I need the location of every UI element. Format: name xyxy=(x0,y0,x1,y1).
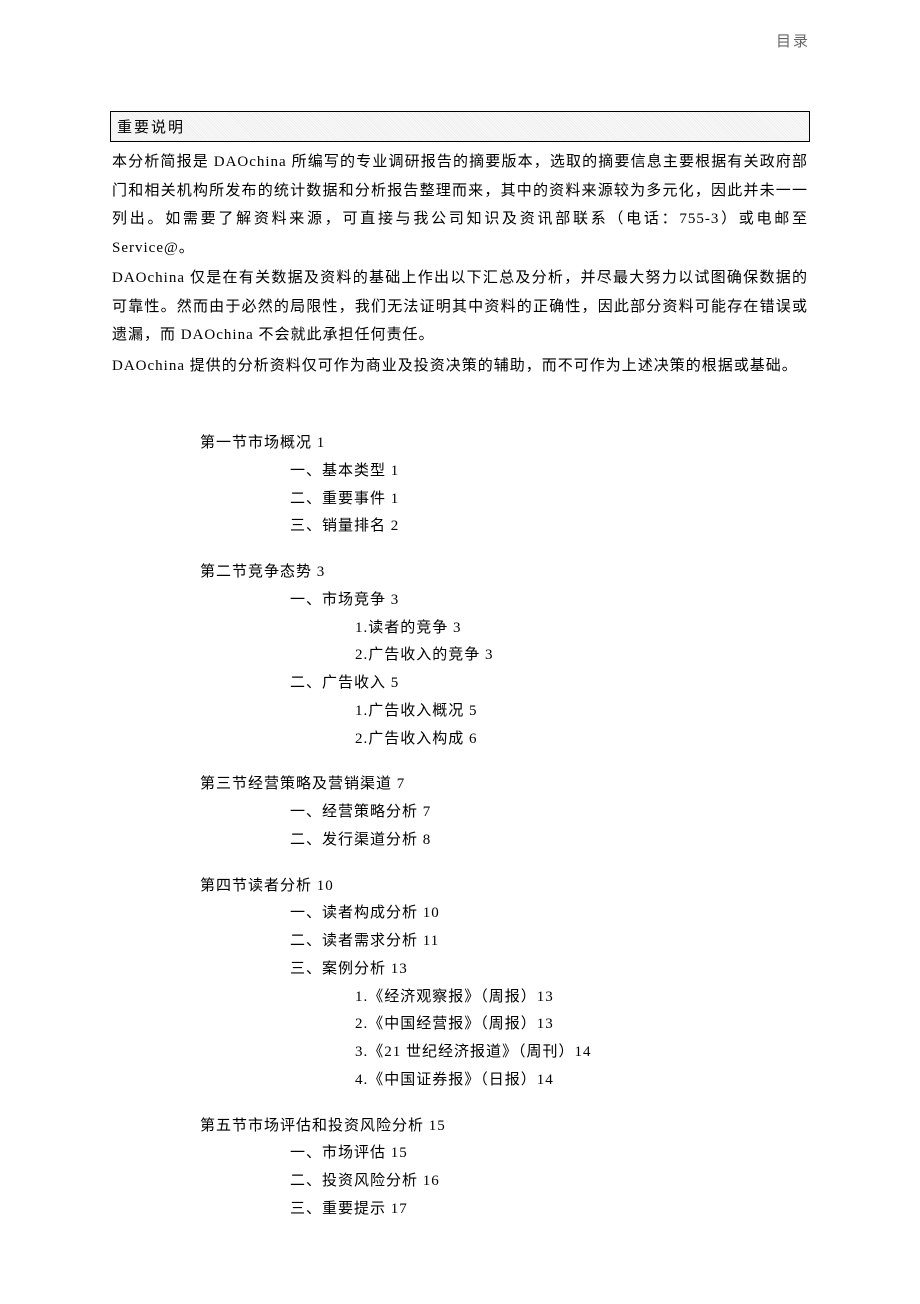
toc-section-title: 第四节读者分析 10 xyxy=(200,873,810,901)
document-page: 目录 重要说明 本分析简报是 DAOchina 所编写的专业调研报告的摘要版本，… xyxy=(0,0,920,1304)
notice-paragraph: DAOchina 仅是在有关数据及资料的基础上作出以下汇总及分析，并尽最大努力以… xyxy=(112,264,808,350)
toc-section-title: 第三节经营策略及营销渠道 7 xyxy=(200,771,810,799)
notice-title: 重要说明 xyxy=(117,120,185,136)
toc-subitem: 2.广告收入的竞争 3 xyxy=(355,642,810,670)
toc-item: 三、销量排名 2 xyxy=(290,513,810,541)
toc-item: 一、读者构成分析 10 xyxy=(290,900,810,928)
toc-section-title: 第五节市场评估和投资风险分析 15 xyxy=(200,1113,810,1141)
table-of-contents: 第一节市场概况 1 一、基本类型 1 二、重要事件 1 三、销量排名 2 第二节… xyxy=(110,430,810,1224)
toc-subitem: 1.广告收入概况 5 xyxy=(355,698,810,726)
toc-item: 二、投资风险分析 16 xyxy=(290,1168,810,1196)
toc-item: 三、重要提示 17 xyxy=(290,1196,810,1224)
toc-item: 一、市场竞争 3 xyxy=(290,587,810,615)
toc-subitem: 2.广告收入构成 6 xyxy=(355,726,810,754)
header-label: 目录 xyxy=(110,30,810,51)
toc-item: 一、基本类型 1 xyxy=(290,458,810,486)
toc-section-title: 第二节竞争态势 3 xyxy=(200,559,810,587)
toc-item: 二、重要事件 1 xyxy=(290,486,810,514)
toc-item: 一、市场评估 15 xyxy=(290,1140,810,1168)
notice-body: 本分析简报是 DAOchina 所编写的专业调研报告的摘要版本，选取的摘要信息主… xyxy=(110,142,810,380)
toc-subitem: 3.《21 世纪经济报道》（周刊）14 xyxy=(355,1039,810,1067)
toc-item: 一、经营策略分析 7 xyxy=(290,799,810,827)
toc-subitem: 1.读者的竞争 3 xyxy=(355,615,810,643)
toc-section-title: 第一节市场概况 1 xyxy=(200,430,810,458)
toc-item: 二、广告收入 5 xyxy=(290,670,810,698)
toc-item: 二、读者需求分析 11 xyxy=(290,928,810,956)
notice-paragraph: DAOchina 提供的分析资料仅可作为商业及投资决策的辅助，而不可作为上述决策… xyxy=(112,352,808,381)
notice-paragraph: 本分析简报是 DAOchina 所编写的专业调研报告的摘要版本，选取的摘要信息主… xyxy=(112,148,808,262)
notice-title-box: 重要说明 xyxy=(110,111,810,142)
toc-item: 三、案例分析 13 xyxy=(290,956,810,984)
toc-subitem: 1.《经济观察报》（周报）13 xyxy=(355,984,810,1012)
toc-item: 二、发行渠道分析 8 xyxy=(290,827,810,855)
toc-subitem: 2.《中国经营报》（周报）13 xyxy=(355,1011,810,1039)
toc-subitem: 4.《中国证券报》（日报）14 xyxy=(355,1067,810,1095)
